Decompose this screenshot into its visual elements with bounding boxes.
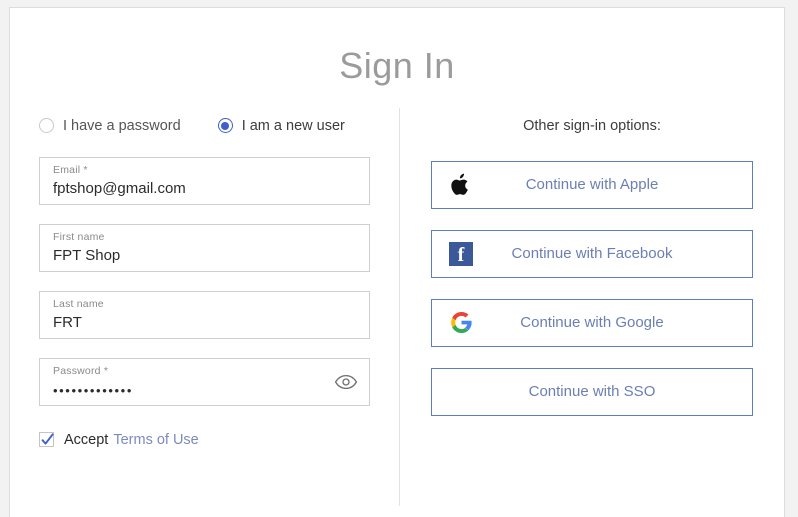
continue-with-sso-button[interactable]: Continue with SSO <box>431 367 753 416</box>
check-icon <box>41 433 54 445</box>
sso-button-label: Continue with SSO <box>528 383 656 401</box>
facebook-icon: f <box>448 241 474 267</box>
terms-of-use-link[interactable]: Terms of Use <box>113 432 198 448</box>
radio-label-existing-user: I have a password <box>63 117 181 134</box>
google-icon-svg <box>450 312 472 334</box>
email-value[interactable]: fptshop@gmail.com <box>53 178 358 200</box>
continue-with-google-button[interactable]: Continue with Google <box>431 298 753 347</box>
google-icon <box>448 310 474 336</box>
other-options-heading: Other sign-in options: <box>523 117 661 134</box>
facebook-icon-letter: f <box>457 243 465 266</box>
last-name-value[interactable]: FRT <box>53 312 358 334</box>
facebook-button-label: Continue with Facebook <box>511 245 673 263</box>
accept-label: Accept <box>64 431 109 448</box>
email-field[interactable]: Email * fptshop@gmail.com <box>39 156 370 205</box>
email-label: Email * <box>53 163 88 176</box>
sign-in-page: Sign In I have a password I am a new use… <box>9 7 785 517</box>
accept-terms-checkbox[interactable] <box>39 432 54 448</box>
page-title: Sign In <box>339 45 455 86</box>
last-name-label: Last name <box>53 297 104 310</box>
account-type-radio-group: I have a password I am a new user <box>39 114 370 138</box>
eye-icon-svg <box>334 374 358 389</box>
radio-checked-icon[interactable] <box>217 118 233 134</box>
apple-icon <box>448 172 474 198</box>
accept-terms-row: Accept Terms of Use <box>39 432 370 448</box>
radio-unchecked-icon[interactable] <box>39 118 54 134</box>
apple-button-label: Continue with Apple <box>525 176 659 194</box>
password-value[interactable]: ••••••••••••• <box>53 379 358 403</box>
radio-option-new-user[interactable]: I am a new user <box>217 117 345 134</box>
google-button-label: Continue with Google <box>520 314 664 332</box>
radio-option-existing-user[interactable]: I have a password <box>39 118 181 134</box>
other-options-column: Other sign-in options: Continue with App… <box>400 108 784 508</box>
continue-with-apple-button[interactable]: Continue with Apple <box>431 160 753 209</box>
first-name-value[interactable]: FPT Shop <box>53 245 358 267</box>
last-name-field[interactable]: Last name FRT <box>39 290 370 339</box>
content-columns: I have a password I am a new user Email … <box>10 107 784 508</box>
radio-label-new-user: I am a new user <box>241 117 345 134</box>
password-label: Password * <box>53 364 109 377</box>
first-name-label: First name <box>53 230 105 243</box>
facebook-icon-square: f <box>449 241 473 266</box>
password-field[interactable]: Password * ••••••••••••• <box>39 357 370 406</box>
eye-icon[interactable] <box>333 371 359 393</box>
continue-with-facebook-button[interactable]: f Continue with Facebook <box>431 229 753 278</box>
apple-icon-svg <box>451 173 468 195</box>
first-name-field[interactable]: First name FPT Shop <box>39 223 370 272</box>
sign-in-form-column: I have a password I am a new user Email … <box>10 108 399 508</box>
